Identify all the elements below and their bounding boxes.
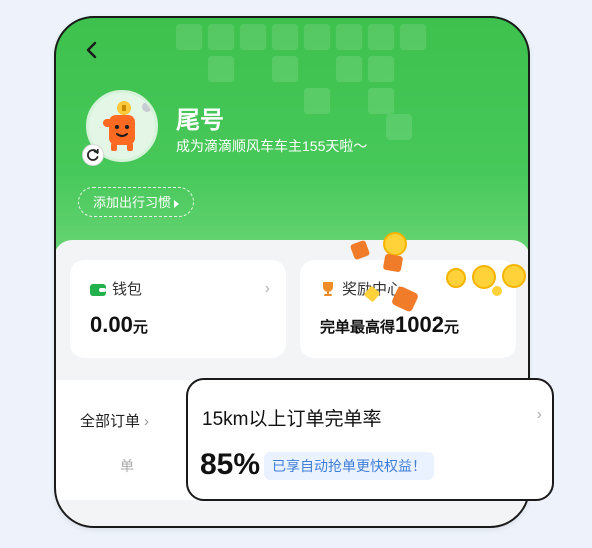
orders-faded-text: 单 — [120, 458, 134, 474]
wallet-unit: 元 — [132, 319, 148, 336]
all-orders-link[interactable]: 全部订单 › — [80, 410, 149, 431]
completion-rate-value: 85% — [200, 448, 261, 481]
coin-icon — [492, 286, 502, 296]
wallet-card[interactable]: 钱包 › 0.00元 — [70, 260, 286, 358]
chevron-right-icon: › — [144, 413, 150, 430]
decor-tile — [208, 56, 234, 82]
profile-subtitle: 成为滴滴顺风车车主155天啦～ — [176, 138, 368, 154]
decor-tile — [368, 56, 394, 82]
all-orders-label: 全部订单 — [80, 413, 141, 430]
reward-amount: 1002 — [395, 312, 444, 337]
decor-tile — [400, 24, 426, 50]
decor-tile — [240, 24, 266, 50]
decor-tile — [368, 24, 394, 50]
trophy-icon — [320, 281, 336, 301]
profile-header: 尾号 成为滴滴顺风车车主155天啦～ 添加出行习惯 — [54, 16, 530, 276]
decor-tile — [336, 24, 362, 50]
coin-icon — [446, 268, 466, 288]
red-envelope-icon — [382, 253, 404, 273]
completion-rate-popup[interactable]: 15km以上订单完单率 › 85% 已享自动抢单更快权益！ — [186, 378, 554, 501]
reward-prefix: 完单最高得 — [320, 319, 396, 336]
chevron-right-icon: › — [264, 280, 270, 297]
coin-icon — [383, 232, 407, 256]
decor-tile — [336, 56, 362, 82]
back-icon[interactable] — [82, 40, 102, 60]
play-arrow-icon — [174, 199, 180, 208]
wallet-icon — [90, 283, 106, 301]
decor-tile — [304, 24, 330, 50]
habit-button-label: 添加出行习惯 — [93, 195, 172, 210]
refresh-icon[interactable] — [82, 144, 104, 166]
wallet-title: 钱包 — [112, 281, 143, 298]
coin-icon — [502, 264, 526, 288]
decor-tile — [208, 24, 234, 50]
popup-title: 15km以上订单完单率 — [202, 409, 382, 430]
decor-tile — [368, 88, 394, 114]
decor-tile — [272, 24, 298, 50]
reward-unit: 元 — [443, 319, 459, 336]
benefit-badge: 已享自动抢单更快权益！ — [264, 452, 434, 480]
coin-icon — [472, 265, 496, 289]
wallet-amount: 0.00 — [90, 312, 133, 337]
decor-tile — [304, 88, 330, 114]
decor-tile — [386, 114, 412, 140]
screen: 尾号 成为滴滴顺风车车主155天啦～ 添加出行习惯 钱包 › 0.00元 奖励中… — [0, 0, 592, 548]
chevron-right-icon: › — [536, 406, 542, 423]
profile-name: 尾号 — [176, 107, 224, 134]
add-travel-habit-button[interactable]: 添加出行习惯 — [78, 187, 195, 217]
decor-tile — [176, 24, 202, 50]
decor-tile — [272, 56, 298, 82]
